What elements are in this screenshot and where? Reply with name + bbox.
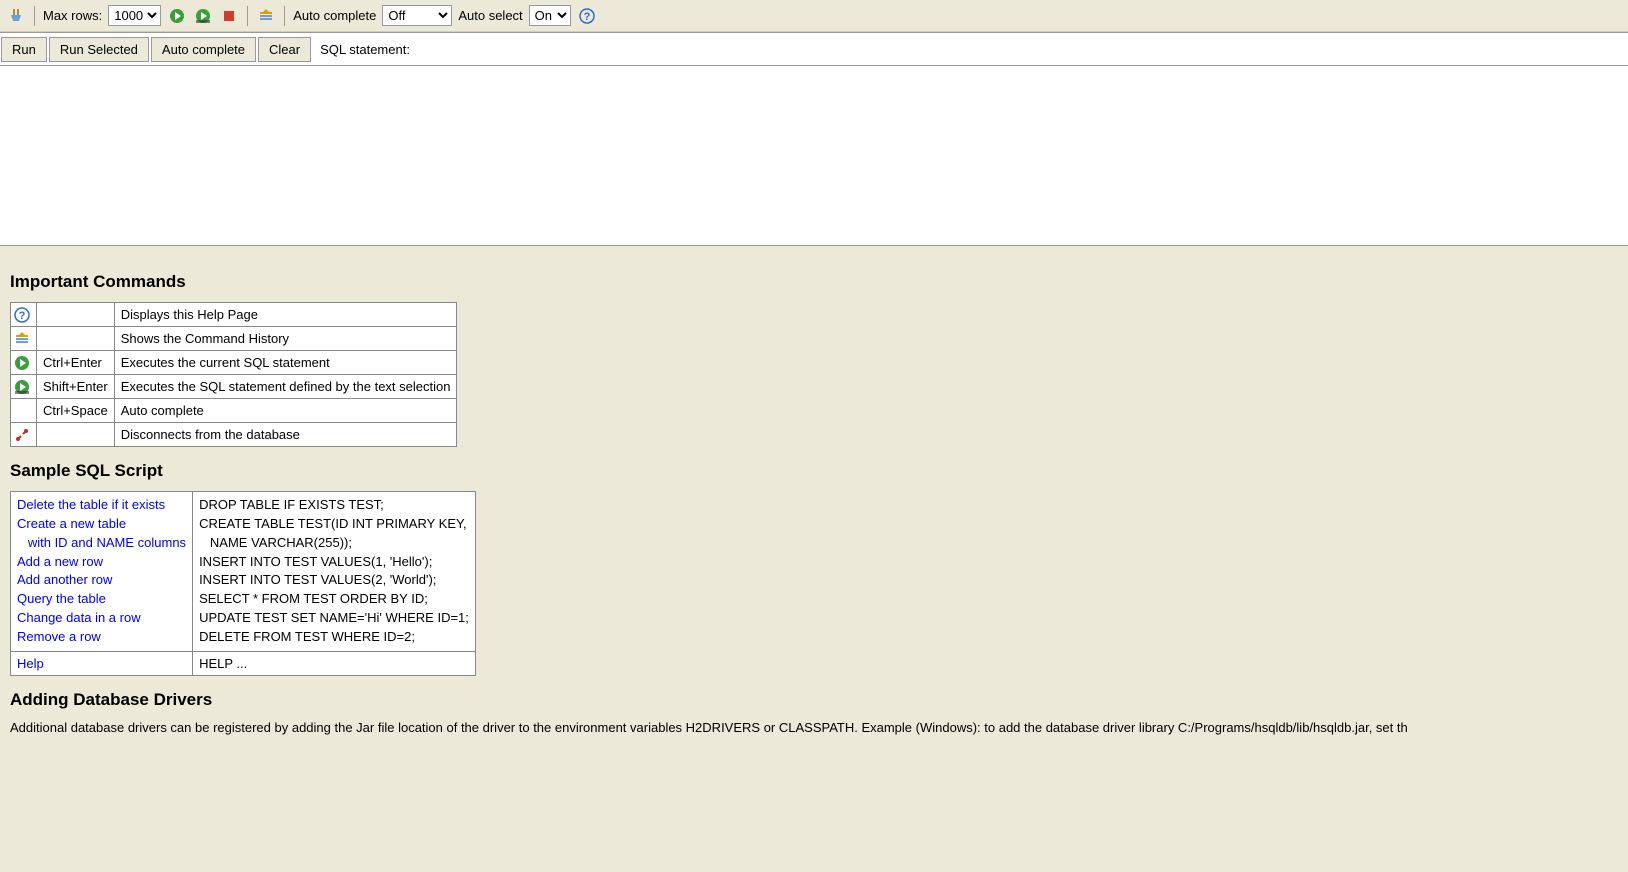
clear-button[interactable]: Clear: [258, 37, 311, 62]
table-row: Displays this Help Page: [11, 303, 457, 327]
run-icon[interactable]: [167, 6, 187, 26]
table-row: Help HELP ...: [11, 651, 476, 675]
separator: [284, 6, 285, 26]
auto-select-label: Auto select: [458, 8, 522, 23]
table-row: Shows the Command History: [11, 327, 457, 351]
run-selected-icon[interactable]: [193, 6, 213, 26]
disconnect-icon: [11, 423, 37, 447]
adding-drivers-heading: Adding Database Drivers: [10, 690, 1618, 710]
separator: [247, 6, 248, 26]
command-description: Executes the SQL statement defined by th…: [114, 375, 457, 399]
help-link[interactable]: Help: [17, 656, 44, 671]
shortcut-key: [37, 327, 115, 351]
sample-sql-code: DROP TABLE IF EXISTS TEST; CREATE TABLE …: [199, 496, 469, 647]
separator: [34, 6, 35, 26]
stop-icon[interactable]: [219, 6, 239, 26]
help-icon[interactable]: [577, 6, 597, 26]
sql-input-area[interactable]: [0, 66, 1628, 246]
drivers-paragraph: Additional database drivers can be regis…: [10, 720, 1618, 735]
run-icon: [11, 351, 37, 375]
table-row: Shift+EnterExecutes the SQL statement de…: [11, 375, 457, 399]
query-bar: Run Run Selected Auto complete Clear SQL…: [0, 32, 1628, 66]
run-selected-icon: [11, 375, 37, 399]
important-commands-heading: Important Commands: [10, 272, 1618, 292]
shortcut-key: [37, 423, 115, 447]
sql-statement-label: SQL statement:: [320, 42, 410, 57]
help-content: Important Commands Displays this Help Pa…: [0, 246, 1628, 747]
sample-sql-table: Delete the table if it exists Create a n…: [10, 491, 476, 676]
history-icon: [11, 327, 37, 351]
command-description: Executes the current SQL statement: [114, 351, 457, 375]
auto-select-select[interactable]: On: [529, 5, 571, 26]
table-row: Ctrl+EnterExecutes the current SQL state…: [11, 351, 457, 375]
command-description: Displays this Help Page: [114, 303, 457, 327]
commands-table: Displays this Help PageShows the Command…: [10, 302, 457, 447]
help-sql: HELP ...: [193, 651, 476, 675]
max-rows-label: Max rows:: [43, 8, 102, 23]
auto-complete-button[interactable]: Auto complete: [151, 37, 256, 62]
sample-descriptions[interactable]: Delete the table if it exists Create a n…: [17, 496, 186, 647]
table-row: Ctrl+SpaceAuto complete: [11, 399, 457, 423]
main-toolbar: Max rows: 1000 Auto complete Off Auto se…: [0, 0, 1628, 32]
shortcut-key: [37, 303, 115, 327]
command-description: Auto complete: [114, 399, 457, 423]
shortcut-key: Ctrl+Space: [37, 399, 115, 423]
auto-complete-label: Auto complete: [293, 8, 376, 23]
shortcut-key: Shift+Enter: [37, 375, 115, 399]
blank-icon: [11, 399, 37, 423]
help-icon: [11, 303, 37, 327]
auto-complete-select[interactable]: Off: [382, 5, 452, 26]
run-button[interactable]: Run: [1, 37, 47, 62]
max-rows-select[interactable]: 1000: [108, 5, 161, 26]
shortcut-key: Ctrl+Enter: [37, 351, 115, 375]
table-row: Delete the table if it exists Create a n…: [11, 492, 476, 652]
history-icon[interactable]: [256, 6, 276, 26]
sample-sql-heading: Sample SQL Script: [10, 461, 1618, 481]
table-row: Disconnects from the database: [11, 423, 457, 447]
plug-icon[interactable]: [6, 6, 26, 26]
command-description: Shows the Command History: [114, 327, 457, 351]
run-selected-button[interactable]: Run Selected: [49, 37, 149, 62]
command-description: Disconnects from the database: [114, 423, 457, 447]
